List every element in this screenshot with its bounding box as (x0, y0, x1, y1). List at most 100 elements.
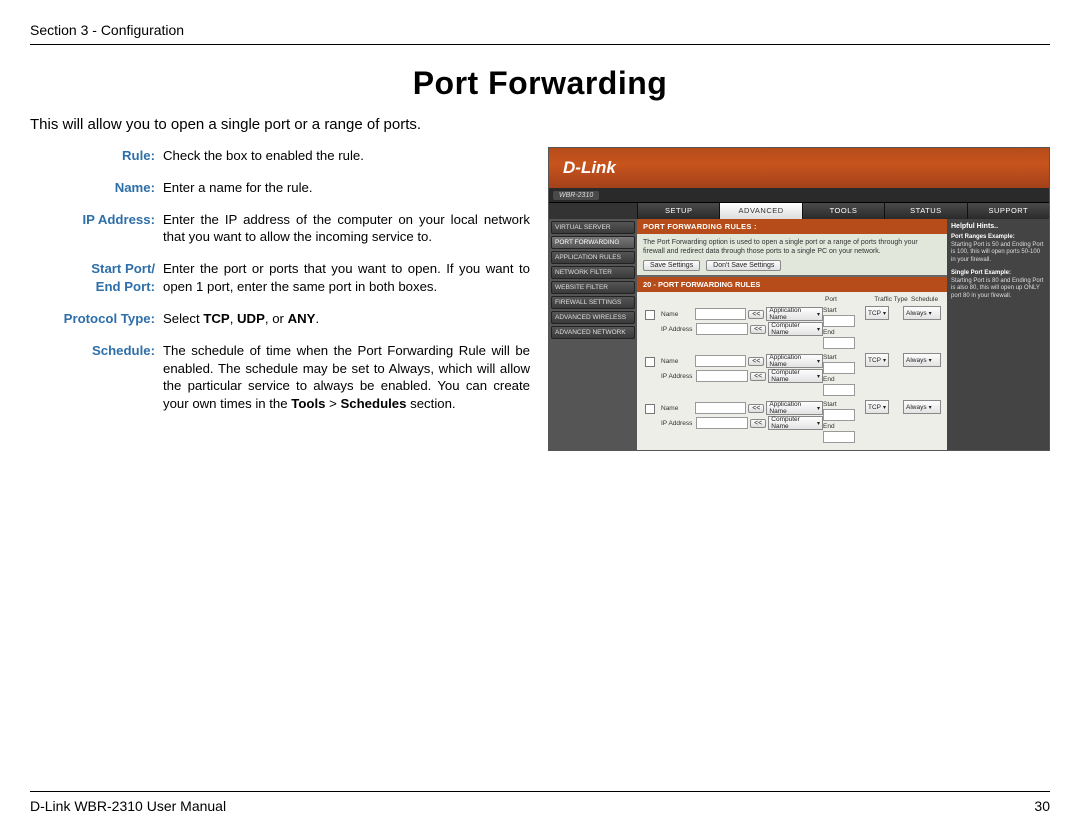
page-footer: D-Link WBR-2310 User Manual 30 (30, 791, 1050, 814)
help-column: Helpful Hints.. Port Ranges Example: Sta… (947, 219, 1049, 450)
app-select[interactable]: Application Name (766, 401, 823, 415)
t: ANY (288, 311, 316, 326)
help-block-2: Single Port Example: Starting Port is 80… (951, 270, 1045, 300)
ip-input[interactable] (696, 417, 748, 429)
copy-app-button[interactable]: << (748, 404, 764, 413)
model-label: WBR-2310 (553, 191, 599, 200)
th-sched: Schedule (911, 296, 941, 303)
type-select[interactable]: TCP (865, 400, 889, 414)
router-screenshot: D-Link WBR-2310 SETUP ADVANCED TOOLS STA… (548, 147, 1050, 451)
name-input[interactable] (695, 355, 746, 367)
def-label-name: Name: (30, 179, 163, 197)
def-label-port-1: Start Port/ (91, 261, 155, 276)
comp-select[interactable]: Computer Name (768, 322, 823, 336)
end-label: End (823, 376, 865, 383)
def-label-sched: Schedule: (30, 342, 163, 413)
name-input[interactable] (695, 402, 746, 414)
table-header: Port Traffic Type Schedule (639, 294, 945, 305)
save-button[interactable]: Save Settings (643, 260, 700, 271)
th-type: Traffic Type (871, 296, 911, 303)
help-title: Helpful Hints.. (951, 223, 1045, 230)
footer-left: D-Link WBR-2310 User Manual (30, 798, 226, 814)
rules-title: 20 - PORT FORWARDING RULES (637, 277, 947, 292)
start-port-input[interactable] (823, 409, 855, 421)
type-select[interactable]: TCP (865, 353, 889, 367)
copy-comp-button[interactable]: << (750, 372, 766, 381)
def-text-rule: Check the box to enabled the rule. (163, 147, 530, 165)
def-label-rule: Rule: (30, 147, 163, 165)
end-label: End (823, 423, 865, 430)
def-text-name: Enter a name for the rule. (163, 179, 530, 197)
sched-select[interactable]: Always (903, 400, 941, 414)
side-application-rules[interactable]: APPLICATION RULES (551, 251, 635, 264)
top-nav: SETUP ADVANCED TOOLS STATUS SUPPORT (549, 203, 1049, 219)
app-select[interactable]: Application Name (766, 354, 823, 368)
app-select[interactable]: Application Name (766, 307, 823, 321)
def-text-proto: Select TCP, UDP, or ANY. (163, 310, 530, 328)
nav-advanced[interactable]: ADVANCED (719, 203, 801, 219)
start-label: Start (823, 354, 865, 361)
t: , or (265, 311, 288, 326)
t: Starting Port is 50 and Ending Port is 1… (951, 242, 1043, 263)
t: Port Ranges Example: (951, 234, 1015, 240)
copy-app-button[interactable]: << (748, 310, 764, 319)
nav-tools[interactable]: TOOLS (802, 203, 884, 219)
nav-support[interactable]: SUPPORT (967, 203, 1049, 219)
ip-label: IP Address (661, 420, 696, 427)
copy-comp-button[interactable]: << (750, 419, 766, 428)
ip-input[interactable] (696, 323, 748, 335)
rule-checkbox[interactable] (645, 310, 655, 320)
dont-save-button[interactable]: Don't Save Settings (706, 260, 781, 271)
start-label: Start (823, 401, 865, 408)
brand-bar: D-Link (549, 148, 1049, 188)
side-firewall[interactable]: FIREWALL SETTINGS (551, 296, 635, 309)
nav-status[interactable]: STATUS (884, 203, 966, 219)
t: , (230, 311, 237, 326)
panel-title: PORT FORWARDING RULES : (637, 219, 947, 234)
def-label-ip: IP Address: (30, 211, 163, 247)
side-virtual-server[interactable]: VIRTUAL SERVER (551, 221, 635, 234)
end-port-input[interactable] (823, 431, 855, 443)
t: section. (406, 396, 455, 411)
end-port-input[interactable] (823, 384, 855, 396)
t: . (315, 311, 319, 326)
model-strip: WBR-2310 (549, 188, 1049, 203)
main-panel: PORT FORWARDING RULES : The Port Forward… (637, 219, 947, 450)
side-adv-network[interactable]: ADVANCED NETWORK (551, 326, 635, 339)
start-port-input[interactable] (823, 315, 855, 327)
help-block-1: Port Ranges Example: Starting Port is 50… (951, 234, 1045, 264)
rule-row: Name << Application Name IP Address << (639, 399, 945, 446)
side-website-filter[interactable]: WEBSITE FILTER (551, 281, 635, 294)
t: Single Port Example: (951, 270, 1011, 276)
ip-label: IP Address (661, 326, 696, 333)
page-title: Port Forwarding (30, 65, 1050, 102)
def-text-sched: The schedule of time when the Port Forwa… (163, 342, 530, 413)
def-label-proto: Protocol Type: (30, 310, 163, 328)
comp-select[interactable]: Computer Name (768, 416, 823, 430)
copy-app-button[interactable]: << (748, 357, 764, 366)
copy-comp-button[interactable]: << (750, 325, 766, 334)
rule-checkbox[interactable] (645, 404, 655, 414)
th-port: Port (825, 296, 871, 303)
start-port-input[interactable] (823, 362, 855, 374)
side-port-forwarding[interactable]: PORT FORWARDING (551, 236, 635, 249)
nav-setup[interactable]: SETUP (637, 203, 719, 219)
sched-select[interactable]: Always (903, 353, 941, 367)
name-label: Name (661, 358, 695, 365)
name-label: Name (661, 311, 695, 318)
intro-text: This will allow you to open a single por… (30, 116, 1050, 133)
t: > (325, 396, 340, 411)
rule-checkbox[interactable] (645, 357, 655, 367)
side-network-filter[interactable]: NETWORK FILTER (551, 266, 635, 279)
brand-logo: D-Link (563, 158, 616, 178)
comp-select[interactable]: Computer Name (768, 369, 823, 383)
ip-label: IP Address (661, 373, 696, 380)
ip-input[interactable] (696, 370, 748, 382)
side-adv-wireless[interactable]: ADVANCED WIRELESS (551, 311, 635, 324)
def-text-ip: Enter the IP address of the computer on … (163, 211, 530, 247)
type-select[interactable]: TCP (865, 306, 889, 320)
end-port-input[interactable] (823, 337, 855, 349)
footer-page-number: 30 (1034, 798, 1050, 814)
sched-select[interactable]: Always (903, 306, 941, 320)
name-input[interactable] (695, 308, 746, 320)
